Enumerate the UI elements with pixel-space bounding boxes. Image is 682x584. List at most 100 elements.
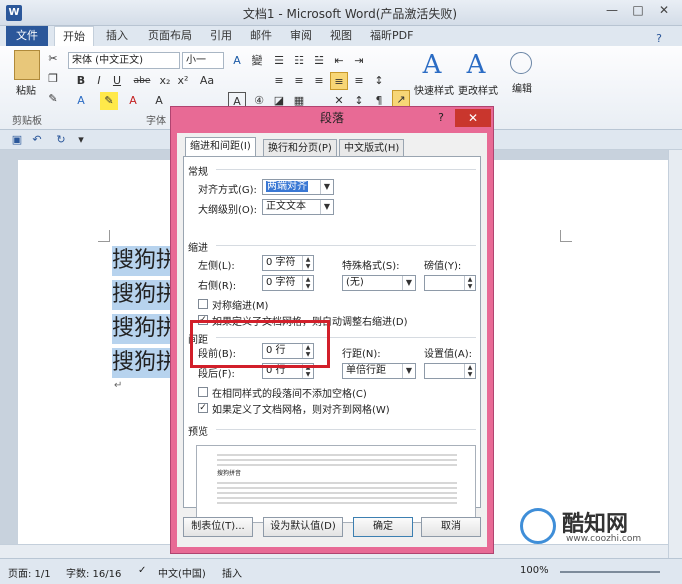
indent-separator	[216, 245, 476, 246]
format-painter-icon[interactable]: ✎	[44, 90, 62, 108]
change-case-button[interactable]: Aa	[196, 72, 218, 90]
tab-indents-spacing[interactable]: 缩进和间距(I)	[185, 137, 256, 157]
superscript-button[interactable]: x²	[174, 72, 192, 90]
paste-icon[interactable]	[14, 50, 40, 80]
spinner-arrows-icon[interactable]: ▲ ▼	[464, 276, 475, 290]
dialog-help-button[interactable]: ?	[433, 110, 449, 126]
zoom-level[interactable]: 100%	[520, 565, 549, 576]
font-size-combo[interactable]: 小一	[182, 52, 224, 69]
spellcheck-icon[interactable]: ✓	[138, 565, 146, 576]
customize-qat-icon[interactable]: ▾	[72, 131, 90, 149]
outline-level-dropdown[interactable]: 正文文本 ▼	[262, 199, 334, 215]
font-color-icon[interactable]: A	[124, 92, 142, 110]
snap-grid-checkbox[interactable]: ✓	[198, 403, 208, 413]
paste-label[interactable]: 粘贴	[16, 82, 36, 97]
tab-mailings[interactable]: 邮件	[242, 26, 280, 46]
line-spacing-dropdown[interactable]: 单倍行距 ▼	[342, 363, 416, 379]
help-icon[interactable]: ?	[650, 30, 668, 48]
cut-icon[interactable]: ✂	[44, 50, 62, 68]
tab-home[interactable]: 开始	[54, 26, 94, 46]
decrease-indent-icon[interactable]: ⇤	[330, 52, 348, 70]
doc-line-2[interactable]: 搜狗拼	[112, 280, 174, 310]
dialog-close-button[interactable]: ✕	[455, 109, 491, 127]
page-count[interactable]: 页面: 1/1	[8, 565, 51, 580]
special-indent-value: (无)	[346, 277, 364, 288]
multilevel-list-icon[interactable]: ☱	[310, 52, 328, 70]
highlight-annotation-box	[190, 320, 330, 368]
special-indent-dropdown[interactable]: (无) ▼	[342, 275, 416, 291]
word-app-icon[interactable]: W	[6, 5, 22, 21]
close-button[interactable]: ✕	[652, 1, 676, 19]
strikethrough-button[interactable]: abe	[130, 72, 154, 90]
doc-line-4[interactable]: 搜狗拼	[112, 348, 174, 378]
spinner-arrows-icon[interactable]: ▲ ▼	[302, 276, 313, 290]
zoom-slider[interactable]	[560, 571, 660, 573]
subscript-button[interactable]: x₂	[156, 72, 174, 90]
distributed-icon[interactable]: ≡	[350, 72, 368, 90]
justify-icon[interactable]: ≡	[330, 72, 348, 90]
redo-icon[interactable]: ↻	[52, 131, 70, 149]
tab-file[interactable]: 文件	[6, 26, 48, 46]
language-status[interactable]: 中文(中国)	[158, 565, 206, 580]
text-effect-icon[interactable]: A	[72, 92, 90, 110]
highlight-icon[interactable]: ✎	[100, 92, 118, 110]
save-icon[interactable]: ▣	[8, 131, 26, 149]
align-center-icon[interactable]: ≡	[290, 72, 308, 90]
no-space-checkbox[interactable]	[198, 387, 208, 397]
tab-view[interactable]: 视图	[322, 26, 360, 46]
mirror-indents-checkbox[interactable]	[198, 299, 208, 309]
set-default-button[interactable]: 设为默认值(D)	[263, 517, 343, 537]
line-spacing-icon[interactable]: ↕	[370, 72, 388, 90]
tab-foxit-pdf[interactable]: 福昕PDF	[362, 26, 421, 46]
left-indent-label: 左侧(L):	[198, 261, 235, 272]
tab-references[interactable]: 引用	[202, 26, 240, 46]
special-indent-label: 特殊格式(S):	[342, 261, 400, 272]
change-styles-icon[interactable]: A	[462, 50, 490, 80]
align-right-icon[interactable]: ≡	[310, 72, 328, 90]
general-section-label: 常规	[188, 167, 208, 178]
indent-section-label: 缩进	[188, 243, 208, 254]
right-indent-label: 右侧(R):	[198, 281, 237, 292]
insert-mode[interactable]: 插入	[222, 565, 242, 580]
tab-review[interactable]: 审阅	[282, 26, 320, 46]
alignment-dropdown[interactable]: 两端对齐 ▼	[262, 179, 334, 195]
ribbon-tabs: 文件 开始 插入 页面布局 引用 邮件 审阅 视图 福昕PDF	[0, 26, 682, 46]
tab-line-page-breaks[interactable]: 换行和分页(P)	[263, 139, 337, 157]
bold-button[interactable]: B	[72, 72, 90, 90]
quick-styles-icon[interactable]: A	[418, 50, 446, 80]
spinner-arrows-icon[interactable]: ▲ ▼	[464, 364, 475, 378]
increase-indent-icon[interactable]: ⇥	[350, 52, 368, 70]
spacing-at-spinner[interactable]: ▲ ▼	[424, 363, 476, 379]
copy-icon[interactable]: ❐	[44, 70, 62, 88]
maximize-button[interactable]: □	[626, 1, 650, 19]
doc-line-1[interactable]: 搜狗拼	[112, 246, 174, 276]
cancel-button[interactable]: 取消	[421, 517, 481, 537]
font-name-combo[interactable]: 宋体 (中文正文)	[68, 52, 180, 69]
left-indent-spinner[interactable]: 0 字符 ▲ ▼	[262, 255, 314, 271]
align-left-icon[interactable]: ≡	[270, 72, 288, 90]
minimize-button[interactable]: —	[600, 1, 624, 19]
phonetic-icon[interactable]: 變	[248, 52, 266, 70]
tab-page-layout[interactable]: 页面布局	[140, 26, 200, 46]
underline-button[interactable]: U	[108, 72, 126, 90]
find-icon[interactable]	[510, 52, 532, 74]
quick-styles-label[interactable]: 快速样式	[414, 82, 454, 97]
indent-measure-spinner[interactable]: ▲ ▼	[424, 275, 476, 291]
tab-insert[interactable]: 插入	[98, 26, 136, 46]
editing-label[interactable]: 编辑	[512, 80, 532, 95]
change-styles-label[interactable]: 更改样式	[458, 82, 498, 97]
doc-line-3[interactable]: 搜狗拼	[112, 314, 174, 344]
ok-button[interactable]: 确定	[353, 517, 413, 537]
vertical-scrollbar[interactable]	[668, 150, 682, 558]
tabs-button[interactable]: 制表位(T)...	[183, 517, 253, 537]
right-indent-spinner[interactable]: 0 字符 ▲ ▼	[262, 275, 314, 291]
spinner-arrows-icon[interactable]: ▲ ▼	[302, 256, 313, 270]
numbering-icon[interactable]: ☷	[290, 52, 308, 70]
character-shading-icon[interactable]: A	[150, 92, 168, 110]
undo-icon[interactable]: ↶	[28, 131, 46, 149]
grow-font-icon[interactable]: A	[228, 52, 246, 70]
italic-button[interactable]: I	[90, 72, 108, 90]
word-count[interactable]: 字数: 16/16	[66, 565, 121, 580]
bullets-icon[interactable]: ☰	[270, 52, 288, 70]
tab-asian-typography[interactable]: 中文版式(H)	[339, 139, 405, 157]
